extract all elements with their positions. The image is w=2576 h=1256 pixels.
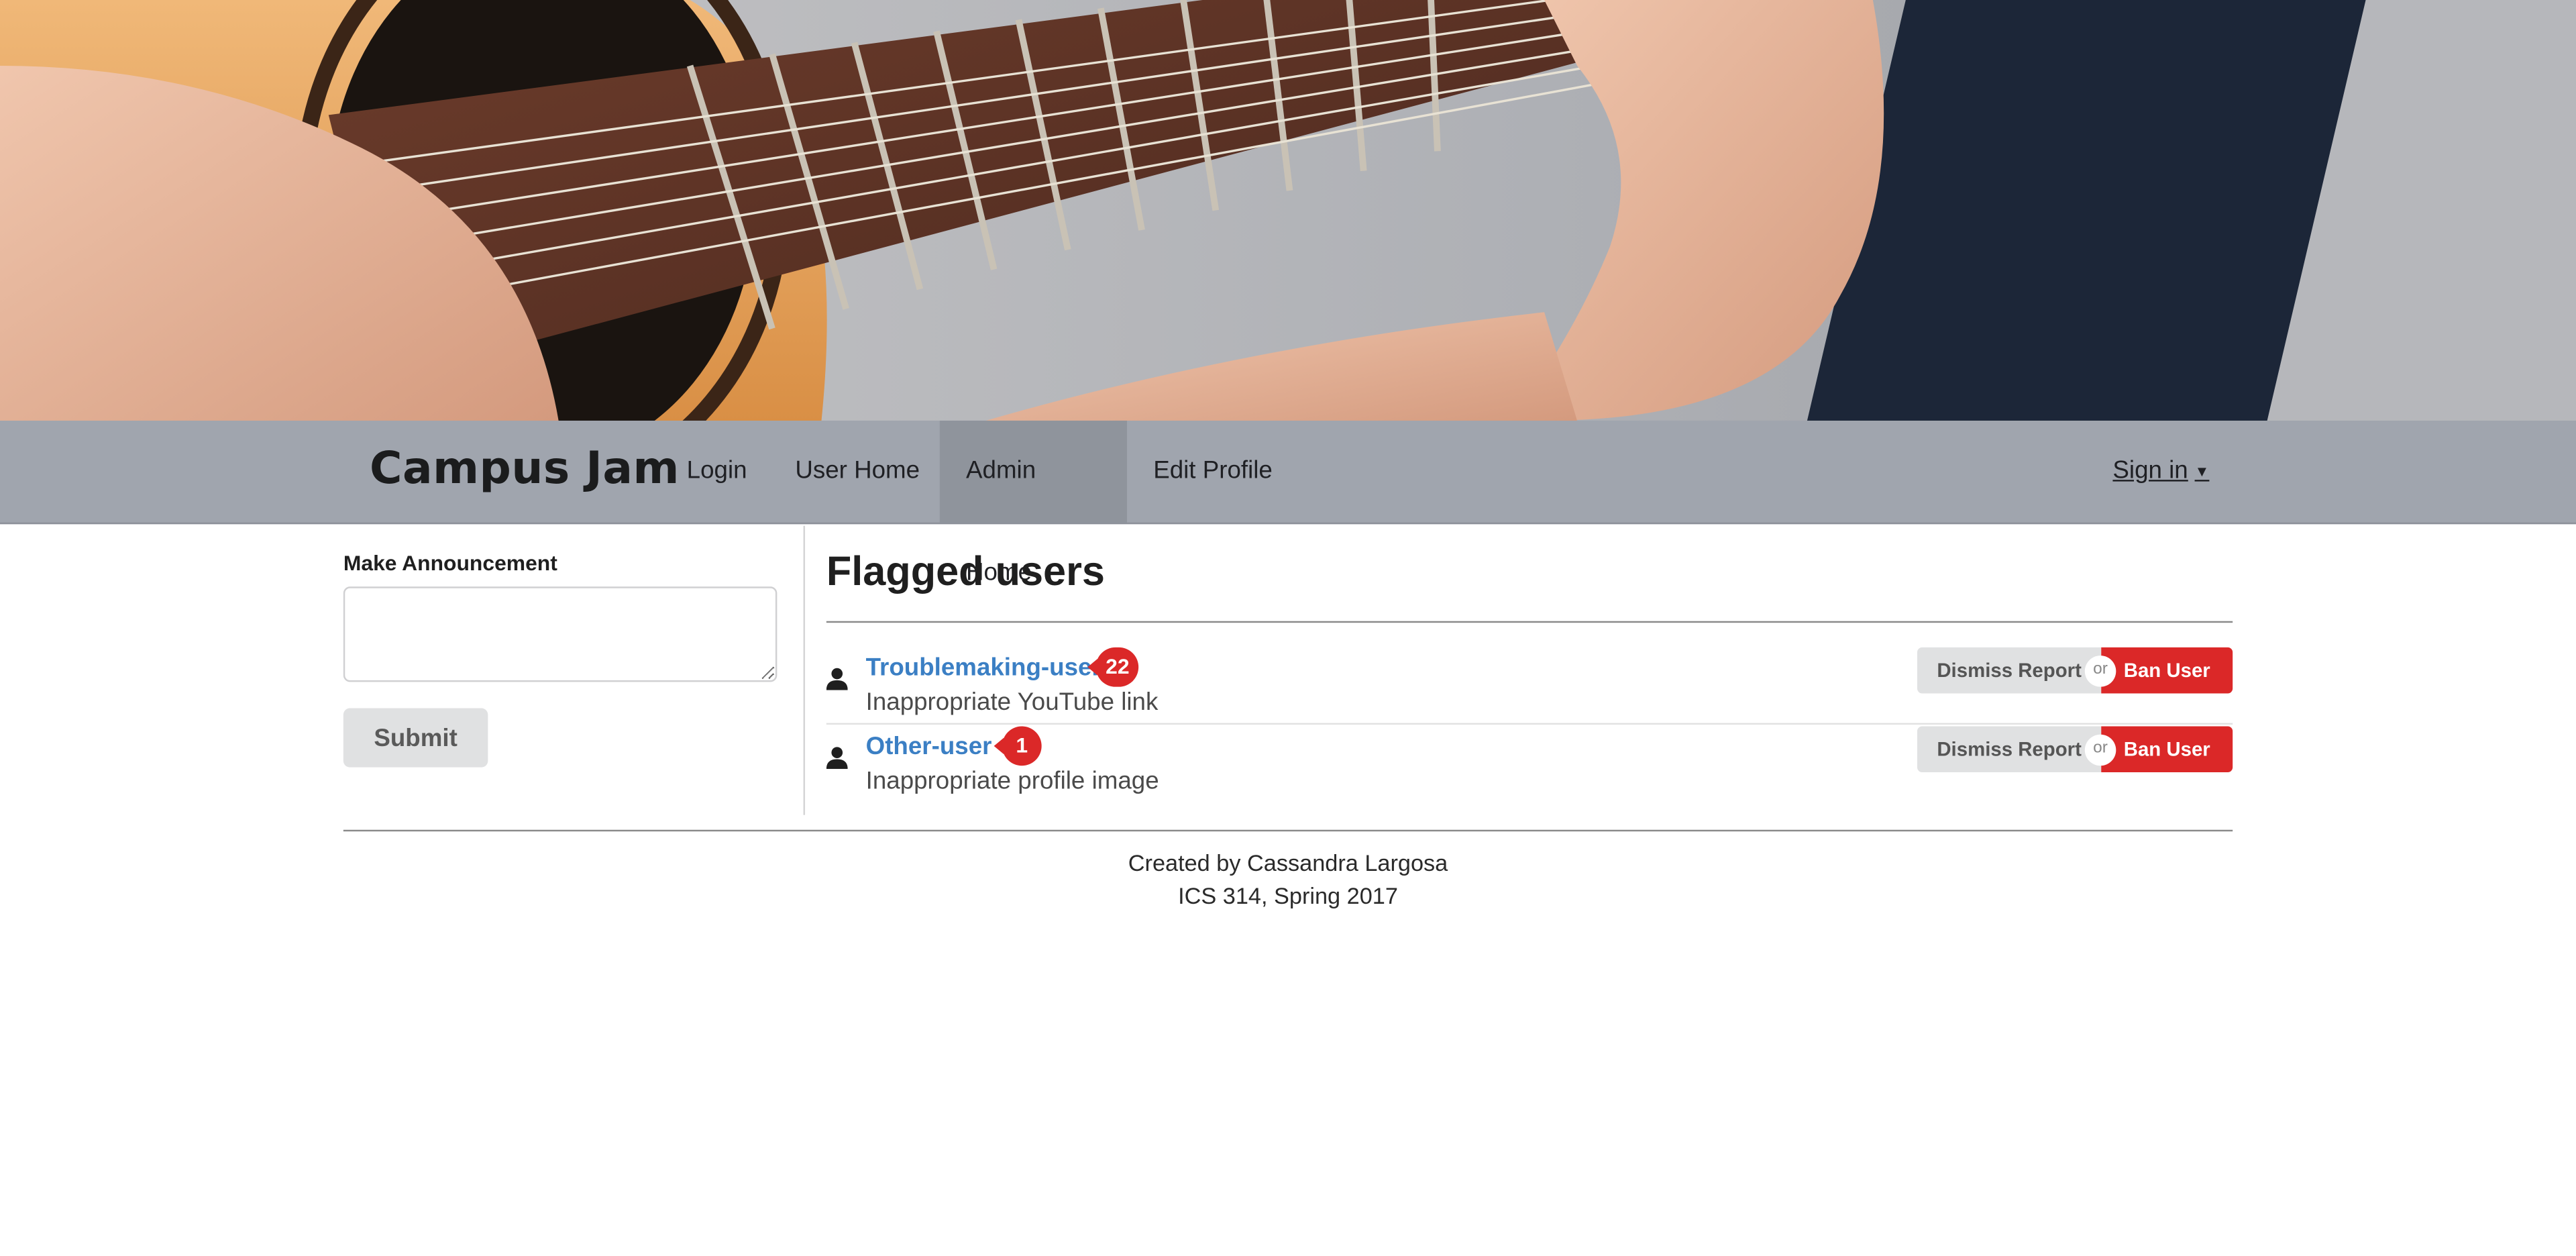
or-separator: or	[2084, 734, 2116, 766]
nav-item-edit-profile[interactable]: Edit Profile	[1127, 421, 1299, 523]
report-reason: Inappropriate YouTube link	[865, 688, 1159, 717]
action-button-group: Dismiss Report or Ban User	[1917, 726, 2233, 773]
footer-credit: Created by Cassandra Largosa	[1128, 849, 1448, 876]
signin-label: Sign in	[2112, 456, 2188, 485]
user-icon	[826, 747, 848, 770]
caret-down-icon: ▼	[2194, 463, 2210, 480]
footer-course: ICS 314, Spring 2017	[1178, 882, 1398, 909]
footer: Created by Cassandra Largosa ICS 314, Sp…	[343, 846, 2233, 912]
ban-user-button[interactable]: Ban User	[2101, 726, 2233, 773]
announcement-textarea[interactable]	[343, 586, 777, 682]
announcement-label: Make Announcement	[343, 550, 557, 576]
report-count-badge: 1	[994, 726, 1042, 766]
submit-button[interactable]: Submit	[343, 708, 488, 768]
flagged-user-row: Other-user 1 Inappropriate profile image…	[826, 723, 2233, 802]
user-link[interactable]: Other-user	[866, 733, 992, 761]
nav-item-user-home[interactable]: User Home	[769, 421, 946, 523]
dismiss-report-button[interactable]: Dismiss Report	[1917, 647, 2102, 694]
ban-user-button[interactable]: Ban User	[2101, 647, 2233, 694]
flagged-users-panel: Flagged users Troublemaking-user 22 Inap…	[826, 526, 2233, 819]
signin-dropdown[interactable]: Sign in ▼	[2112, 421, 2209, 523]
flagged-user-row: Troublemaking-user 22 Inappropriate YouT…	[826, 644, 2233, 725]
user-link[interactable]: Troublemaking-user	[866, 654, 1102, 682]
footer-divider	[343, 829, 2233, 832]
report-reason: Inappropriate profile image	[865, 767, 1159, 796]
or-separator: or	[2084, 656, 2116, 687]
action-button-group: Dismiss Report or Ban User	[1917, 647, 2233, 694]
page-title: Flagged users	[826, 548, 1105, 595]
top-navbar: Campus Jam Login User Home Admin Home Ed…	[0, 420, 2576, 586]
dismiss-report-button[interactable]: Dismiss Report	[1917, 726, 2102, 773]
report-count-badge: 22	[1087, 647, 1140, 687]
nav-item-admin-home[interactable]: Admin Home	[939, 420, 1128, 586]
nav-item-login[interactable]: Login	[660, 421, 773, 523]
hero-banner-image	[0, 0, 2576, 421]
announcement-panel: Make Announcement Submit	[343, 525, 806, 815]
divider	[826, 621, 2233, 623]
brand-title[interactable]: Campus Jam	[370, 443, 680, 494]
user-icon	[826, 668, 848, 690]
